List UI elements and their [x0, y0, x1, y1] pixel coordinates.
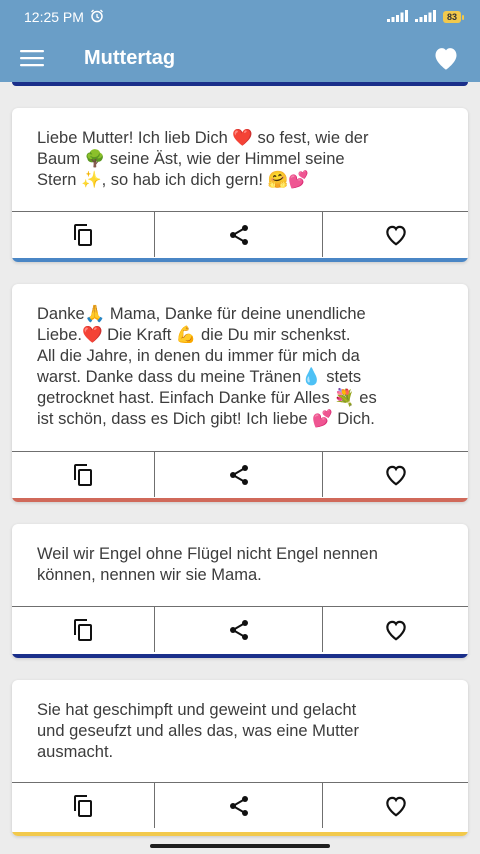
heart-outline-icon	[385, 225, 406, 246]
copy-icon	[74, 618, 92, 641]
heart-outline-icon	[385, 465, 406, 486]
copy-icon	[74, 463, 92, 486]
heart-outline-icon	[385, 796, 406, 817]
quote-text: Danke🙏 Mama, Danke für deine unendliche …	[37, 305, 377, 428]
quote-card: Danke🙏 Mama, Danke für deine unendliche …	[12, 284, 468, 502]
share-icon	[229, 464, 248, 485]
card-actions	[12, 606, 468, 652]
heart-filled-icon[interactable]	[432, 45, 460, 71]
quote-card: Weil wir Engel ohne Flügel nicht Engel n…	[12, 524, 468, 658]
heart-outline-icon	[385, 620, 406, 641]
hamburger-menu-icon[interactable]	[20, 49, 44, 67]
card-accent	[12, 498, 468, 502]
status-bar: 12:25 PM 83	[0, 0, 480, 34]
home-indicator[interactable]	[150, 844, 330, 848]
share-icon	[229, 619, 248, 640]
copy-button[interactable]	[12, 607, 155, 652]
copy-button[interactable]	[12, 212, 155, 257]
card-accent	[12, 654, 468, 658]
like-button[interactable]	[323, 783, 468, 828]
card-actions	[12, 451, 468, 497]
signal-icon	[386, 9, 409, 25]
share-button[interactable]	[155, 212, 323, 257]
battery-icon: 83	[442, 11, 464, 23]
copy-icon	[74, 223, 92, 246]
status-time: 12:25 PM	[24, 9, 84, 25]
page-title: Muttertag	[84, 46, 176, 69]
copy-button[interactable]	[12, 783, 155, 828]
app-bar: Muttertag	[0, 34, 480, 82]
copy-button[interactable]	[12, 452, 155, 497]
quote-text: Weil wir Engel ohne Flügel nicht Engel n…	[37, 545, 378, 584]
share-icon	[229, 795, 248, 816]
quote-text: Sie hat geschimpft und geweint und gelac…	[37, 701, 359, 761]
share-button[interactable]	[155, 607, 323, 652]
battery-level: 83	[442, 11, 461, 23]
quote-text: Liebe Mutter! Ich lieb Dich ❤️ so fest, …	[37, 129, 369, 189]
alarm-icon	[90, 9, 104, 26]
like-button[interactable]	[323, 607, 468, 652]
quote-card: Sie hat geschimpft und geweint und gelac…	[12, 680, 468, 836]
previous-card-accent	[12, 82, 468, 86]
share-button[interactable]	[155, 452, 323, 497]
like-button[interactable]	[323, 212, 468, 257]
share-icon	[229, 224, 248, 245]
share-button[interactable]	[155, 783, 323, 828]
card-accent	[12, 832, 468, 836]
signal-icon	[414, 9, 437, 25]
card-actions	[12, 782, 468, 828]
card-actions	[12, 211, 468, 257]
like-button[interactable]	[323, 452, 468, 497]
copy-icon	[74, 794, 92, 817]
quote-card: Liebe Mutter! Ich lieb Dich ❤️ so fest, …	[12, 108, 468, 262]
card-accent	[12, 258, 468, 262]
